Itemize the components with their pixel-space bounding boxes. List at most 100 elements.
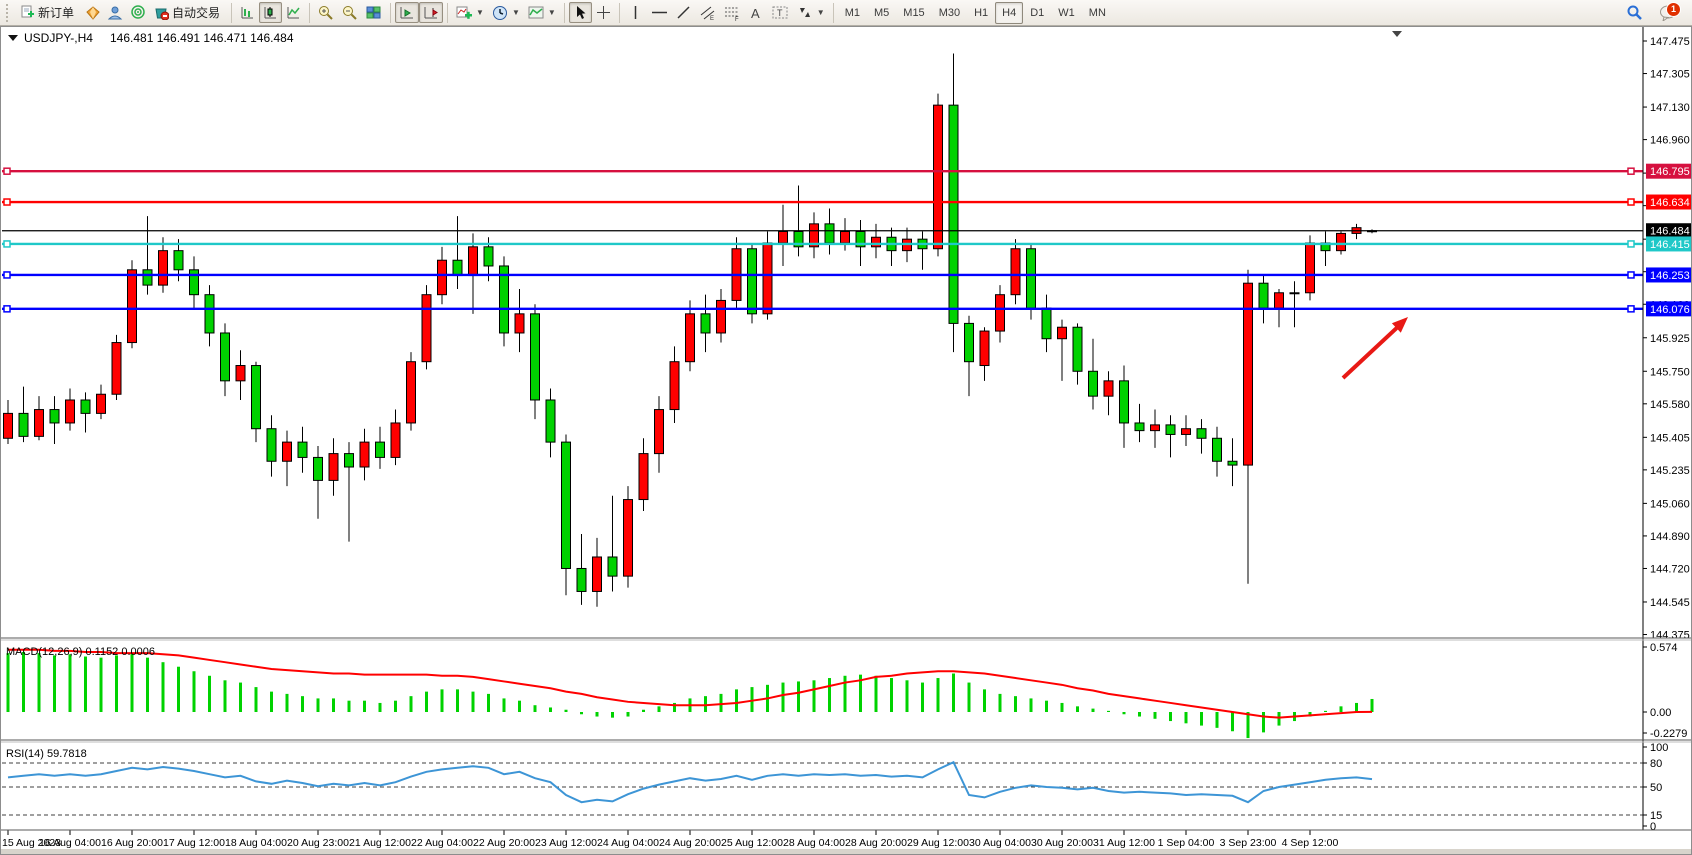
line-handle[interactable] bbox=[4, 168, 10, 174]
line-handle[interactable] bbox=[4, 241, 10, 247]
tf-D1[interactable]: D1 bbox=[1023, 2, 1051, 24]
template-icon bbox=[528, 6, 544, 20]
tf-M15[interactable]: M15 bbox=[896, 2, 931, 24]
candle-body bbox=[298, 442, 307, 457]
cursor-button[interactable] bbox=[569, 2, 592, 23]
candle-body bbox=[19, 413, 28, 436]
vertical-line-button[interactable] bbox=[624, 2, 647, 23]
rsi-line bbox=[8, 762, 1372, 802]
tf-M5[interactable]: M5 bbox=[867, 2, 896, 24]
macd-bar bbox=[363, 701, 366, 712]
candle-body bbox=[391, 423, 400, 457]
fibonacci-button[interactable]: F bbox=[720, 2, 745, 23]
candlestick-chart-button[interactable] bbox=[259, 2, 282, 23]
notifications-button[interactable]: 1 bbox=[1655, 3, 1678, 23]
auto-scroll-button[interactable] bbox=[395, 2, 419, 23]
macd-bar bbox=[1154, 712, 1157, 719]
indicators-button[interactable]: ▼ bbox=[452, 2, 488, 23]
tf-W1[interactable]: W1 bbox=[1051, 2, 1082, 24]
zoom-in-button[interactable] bbox=[314, 2, 338, 23]
line-handle[interactable] bbox=[1628, 199, 1634, 205]
toolbar-separator bbox=[619, 3, 620, 23]
tile-windows-button[interactable] bbox=[362, 2, 386, 23]
macd-bar bbox=[952, 674, 955, 712]
chart-shift-icon bbox=[423, 6, 439, 20]
line-chart-button[interactable] bbox=[282, 2, 305, 23]
date-label: 17 Aug 12:00 bbox=[163, 837, 225, 849]
line-handle[interactable] bbox=[4, 272, 10, 278]
candle-body bbox=[763, 243, 772, 314]
crosshair-button[interactable] bbox=[592, 2, 615, 23]
date-label: 25 Aug 12:00 bbox=[721, 837, 783, 849]
candle-body bbox=[748, 249, 757, 314]
trendline-button[interactable] bbox=[672, 2, 695, 23]
equidistant-channel-button[interactable]: E bbox=[695, 2, 720, 23]
toolbar-grip[interactable] bbox=[6, 4, 13, 22]
search-button[interactable] bbox=[1622, 2, 1647, 23]
line-handle[interactable] bbox=[1628, 241, 1634, 247]
favorites-button[interactable] bbox=[81, 2, 104, 23]
chart-area[interactable]: 147.475147.305147.130146.960146.785146.6… bbox=[0, 26, 1692, 855]
macd-bar bbox=[131, 653, 134, 712]
toolbar-separator bbox=[833, 3, 834, 23]
bar-chart-button[interactable] bbox=[236, 2, 259, 23]
tf-H4[interactable]: H4 bbox=[995, 2, 1023, 24]
date-label: 30 Aug 04:00 bbox=[969, 837, 1031, 849]
periods-button[interactable]: ▼ bbox=[488, 2, 524, 23]
tf-H1[interactable]: H1 bbox=[967, 2, 995, 24]
chart-shift-button[interactable] bbox=[419, 2, 443, 23]
macd-axis-label: -0.2279 bbox=[1650, 728, 1687, 740]
macd-bar bbox=[1045, 701, 1048, 712]
horizontal-line-button[interactable] bbox=[647, 2, 672, 23]
templates-button[interactable]: ▼ bbox=[524, 2, 560, 23]
chart-title: USDJPY-,H4 bbox=[24, 31, 93, 45]
macd-bar bbox=[456, 689, 459, 712]
macd-bar bbox=[596, 712, 599, 717]
candle-body bbox=[1290, 293, 1299, 294]
macd-bar bbox=[1278, 712, 1281, 726]
candle-body bbox=[872, 237, 881, 247]
candle-body bbox=[1011, 249, 1020, 295]
profile-button[interactable] bbox=[104, 2, 127, 23]
macd-bar bbox=[611, 712, 614, 718]
tf-M30[interactable]: M30 bbox=[932, 2, 967, 24]
macd-bar bbox=[1169, 712, 1172, 721]
macd-bar bbox=[1107, 711, 1110, 712]
line-handle[interactable] bbox=[1628, 306, 1634, 312]
candle-body bbox=[1337, 233, 1346, 250]
signals-button[interactable] bbox=[127, 2, 150, 23]
text-button[interactable]: A bbox=[745, 2, 768, 23]
shift-marker-icon[interactable] bbox=[1392, 31, 1402, 37]
tf-MN[interactable]: MN bbox=[1082, 2, 1113, 24]
macd-bar bbox=[69, 654, 72, 712]
arrows-button[interactable]: ▼ bbox=[793, 2, 829, 23]
line-handle[interactable] bbox=[4, 199, 10, 205]
tf-M1[interactable]: M1 bbox=[838, 2, 867, 24]
candle-body bbox=[1306, 243, 1315, 293]
candle-body bbox=[1027, 249, 1036, 308]
symbol-dropdown-icon[interactable] bbox=[8, 35, 18, 41]
line-handle[interactable] bbox=[4, 306, 10, 312]
macd-bar bbox=[1123, 712, 1126, 714]
line-handle[interactable] bbox=[1628, 168, 1634, 174]
auto-trading-button[interactable]: 自动交易 bbox=[150, 2, 227, 23]
macd-bar bbox=[797, 681, 800, 712]
macd-bar bbox=[565, 710, 568, 712]
text-label-button[interactable]: T bbox=[768, 2, 793, 23]
zoom-out-button[interactable] bbox=[338, 2, 362, 23]
macd-bar bbox=[441, 689, 444, 712]
new-order-button[interactable]: 新订单 bbox=[16, 2, 81, 23]
notification-badge: 1 bbox=[1666, 2, 1681, 17]
toolbar-separator bbox=[231, 3, 232, 23]
macd-bar bbox=[1138, 712, 1141, 717]
annotation-arrow-shaft[interactable] bbox=[1343, 323, 1402, 378]
new-order-label: 新订单 bbox=[38, 4, 74, 21]
candle-body bbox=[1244, 283, 1253, 465]
toolbar-separator bbox=[309, 3, 310, 23]
macd-bar bbox=[1030, 698, 1033, 712]
macd-bar bbox=[7, 653, 10, 712]
price-label-146.484: 146.484 bbox=[1650, 226, 1690, 238]
candle-body bbox=[453, 260, 462, 275]
line-handle[interactable] bbox=[1628, 272, 1634, 278]
macd-bar bbox=[379, 703, 382, 712]
